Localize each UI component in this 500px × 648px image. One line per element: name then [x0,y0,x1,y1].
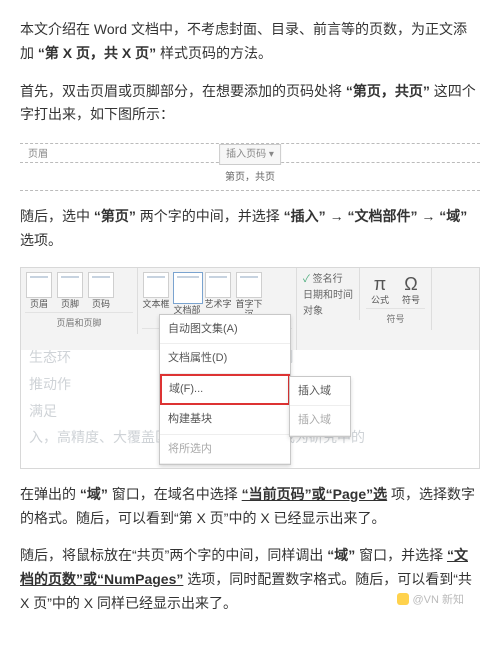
submenu-insert-field-2: 插入域 [290,406,350,436]
bold: “第 X 页，共 X 页” [38,45,156,61]
paragraph-3: 随后，选中 “第页” 两个字的中间，并选择 “插入” → “文档部件” → “域… [20,205,480,253]
arrow: → [421,208,439,224]
doc-parts-menu: 自动图文集(A) 文档属性(D) 域(F)... 构建基块 将所选内 [159,314,291,465]
menu-field[interactable]: 域(F)... [160,374,290,405]
text: 随后，将鼠标放在“共页”两个字的中间，同样调出 [20,547,323,563]
menu-blocks[interactable]: 构建基块 [160,405,290,435]
header-footer-illustration: 页眉 插入页码 ▾ 第页，共页 [20,141,480,191]
bold: “插入” [284,208,326,224]
ribbon-header[interactable]: 页眉 [25,272,53,310]
object[interactable]: 对象 [303,304,353,320]
ribbon-symbol[interactable]: Ω符号 [397,272,425,306]
bold-underline: “当前页码”或“Page”选 [242,486,387,502]
group-caption: 符号 [366,308,425,330]
insert-pagenum-button[interactable]: 插入页码 ▾ [219,144,281,165]
bold: “第页” [94,208,136,224]
bold: “文档部件” [347,208,417,224]
text: 随后，选中 [20,208,90,224]
ribbon-right-list: 签名行 日期和时间 对象 [297,268,360,320]
text: 窗口，在域名中选择 [112,486,238,502]
paragraph-1: 本文介绍在 Word 文档中，不考虑封面、目录、前言等的页数，为正文添加 “第 … [20,18,480,66]
word-ribbon-screenshot: 页眉 页脚 页码 页眉和页脚 文本框 文档部件 艺术字 首字下沉 文本 签名行 … [20,267,480,469]
ribbon-formula[interactable]: π公式 [366,272,394,306]
text: 首先，双击页眉或页脚部分，在想要添加的页码处将 [20,83,342,99]
text: 插入页码 [226,149,266,160]
date-time[interactable]: 日期和时间 [303,288,353,304]
menu-autotext[interactable]: 自动图文集(A) [160,315,290,345]
paragraph-2: 首先，双击页眉或页脚部分，在想要添加的页码处将 “第页，共页” 这四个字打出来，… [20,80,480,128]
submenu-insert-field[interactable]: 插入域 [290,377,350,407]
bold: “第页，共页” [346,83,430,99]
header-label: 页眉 [28,146,48,163]
signature-line[interactable]: 签名行 [303,272,353,288]
bold: “域” [327,547,355,563]
center-text: 第页，共页 [20,163,480,190]
credit: @VN 新知 [397,591,464,610]
bold: “域” [439,208,467,224]
paragraph-4: 在弹出的 “域” 窗口，在域名中选择 “当前页码”或“Page”选 项，选择数字… [20,483,480,531]
bold: “域” [80,486,108,502]
credit-text: @VN 新知 [412,594,464,606]
arrow: → [330,208,348,224]
text: 在弹出的 [20,486,76,502]
text: 样式页码的方法。 [160,45,272,61]
field-submenu: 插入域 插入域 [289,376,351,437]
text: 窗口，并选择 [359,547,443,563]
menu-save: 将所选内 [160,435,290,465]
ribbon-footer[interactable]: 页脚 [56,272,84,310]
menu-docprop[interactable]: 文档属性(D) [160,344,290,374]
text: 两个字的中间，并选择 [140,208,280,224]
text: 选项。 [20,232,62,248]
group-caption: 页眉和页脚 [25,312,133,334]
ribbon-pagenum[interactable]: 页码 [87,272,115,310]
baidu-logo-icon [397,593,409,605]
